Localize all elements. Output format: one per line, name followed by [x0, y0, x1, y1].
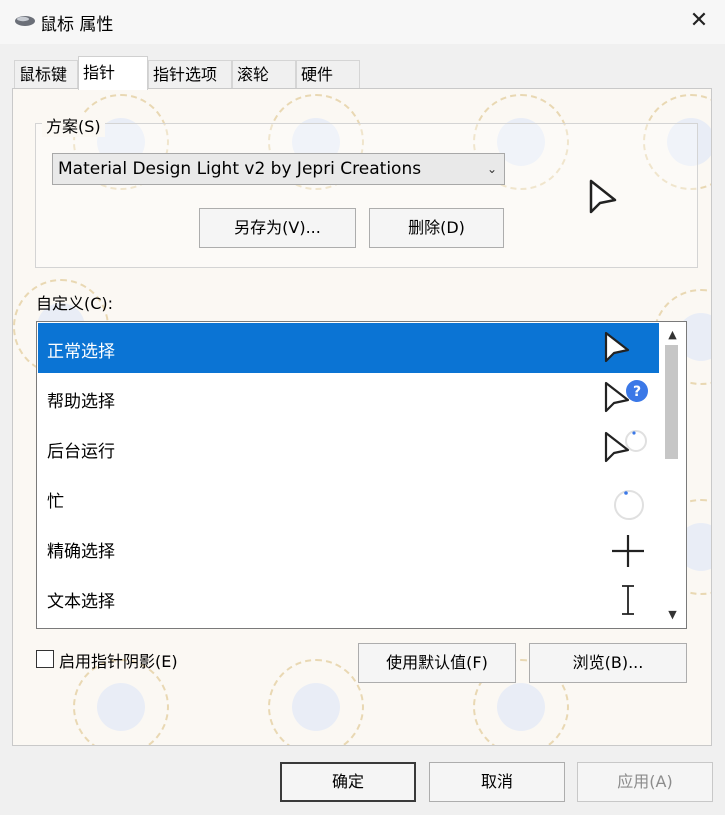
cursor-list[interactable]: 正常选择 帮助选择 ? 后台运行 忙 精确选择 文本选择	[36, 321, 687, 629]
tab-pointers[interactable]: 指针	[78, 56, 148, 90]
use-default-button[interactable]: 使用默认值(F)	[358, 643, 516, 683]
scroll-down-icon[interactable]: ▼	[660, 605, 685, 625]
list-item[interactable]: 忙	[38, 473, 659, 523]
busy-cursor-icon	[614, 490, 644, 520]
list-item[interactable]: 正常选择	[38, 323, 659, 373]
background-decoration	[73, 659, 169, 745]
scheme-label: 方案(S)	[42, 113, 105, 137]
list-item[interactable]: 后台运行	[38, 423, 659, 473]
list-item[interactable]: 帮助选择 ?	[38, 373, 659, 423]
cancel-button[interactable]: 取消	[429, 762, 565, 802]
list-item-label: 正常选择	[47, 342, 115, 362]
working-in-background-cursor-icon	[604, 430, 647, 463]
list-item-label: 后台运行	[47, 442, 115, 462]
scheme-dropdown[interactable]: Material Design Light v2 by Jepri Creati…	[52, 153, 505, 185]
list-scrollbar[interactable]: ▲ ▼	[660, 323, 685, 627]
enable-shadow-label[interactable]: 启用指针阴影(E)	[59, 648, 178, 672]
arrow-cursor-icon	[604, 331, 630, 363]
background-decoration	[268, 659, 364, 745]
delete-button[interactable]: 删除(D)	[369, 208, 504, 248]
list-item[interactable]: 精确选择	[38, 523, 659, 573]
svg-text:?: ?	[633, 384, 641, 400]
list-item-label: 文本选择	[47, 592, 115, 612]
window-title: 鼠标 属性	[40, 15, 114, 35]
list-item-label: 忙	[47, 492, 64, 512]
apply-button[interactable]: 应用(A)	[577, 762, 713, 802]
browse-button[interactable]: 浏览(B)...	[529, 643, 687, 683]
list-item[interactable]: 文本选择	[38, 573, 659, 623]
ok-button[interactable]: 确定	[280, 762, 416, 802]
text-beam-cursor-icon	[622, 583, 634, 617]
tab-hardware[interactable]: 硬件	[296, 60, 360, 88]
customize-label: 自定义(C):	[36, 294, 114, 313]
help-cursor-icon: ?	[604, 380, 648, 413]
mouse-icon	[15, 16, 35, 26]
crosshair-cursor-icon	[612, 535, 644, 567]
scroll-thumb[interactable]	[665, 345, 678, 459]
list-item-label: 帮助选择	[47, 392, 115, 412]
save-as-button[interactable]: 另存为(V)...	[199, 208, 356, 248]
tab-pointer-options[interactable]: 指针选项	[148, 60, 232, 88]
tab-wheel[interactable]: 滚轮	[232, 60, 296, 88]
chevron-down-icon[interactable]: ⌄	[482, 158, 502, 180]
enable-shadow-checkbox[interactable]	[36, 650, 54, 668]
close-button[interactable]: ✕	[684, 6, 714, 36]
arrow-cursor-icon	[589, 179, 617, 214]
list-item-label: 精确选择	[47, 542, 115, 562]
scroll-up-icon[interactable]: ▲	[660, 325, 685, 345]
tab-mouse-buttons[interactable]: 鼠标键	[14, 60, 78, 88]
